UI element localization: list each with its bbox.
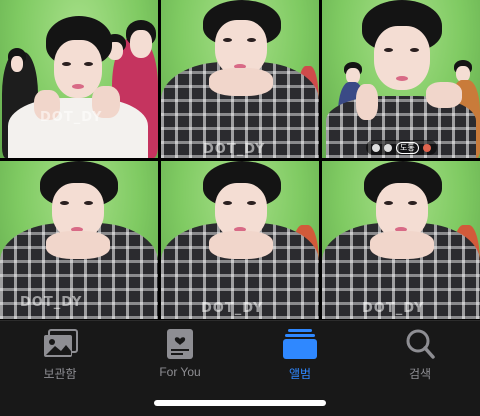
tab-search[interactable]: 검색 — [370, 327, 470, 387]
mic-icon — [372, 143, 380, 152]
photo-thumbnail[interactable]: 도통 — [322, 0, 480, 158]
search-icon — [400, 327, 440, 361]
tab-label: 검색 — [408, 367, 432, 381]
tab-albums[interactable]: 앨범 — [250, 327, 350, 387]
home-indicator[interactable] — [154, 400, 326, 406]
watermark: DOT_DY — [20, 295, 83, 310]
record-icon — [384, 143, 392, 152]
tab-label: 앨범 — [288, 367, 312, 381]
tab-label: 보관함 — [43, 367, 77, 381]
for-you-icon — [160, 327, 200, 361]
photo-thumbnail[interactable]: DOT_DY — [0, 0, 158, 158]
photo-thumbnail[interactable]: DOT_DY — [0, 161, 158, 319]
photo-grid: DOT_DY DOT_DY 도통 DOT_DY DOT_DY DOT_DY — [0, 0, 480, 320]
tab-library[interactable]: 보관함 — [10, 327, 110, 387]
badge: 도통 — [396, 141, 419, 154]
watermark: DOT_DY — [40, 110, 103, 125]
photo-library-icon — [40, 327, 80, 361]
tab-label: For You — [159, 365, 201, 379]
watermark: DOT_DY — [203, 142, 266, 157]
watermark: DOT_DY — [362, 301, 425, 316]
watermark: DOT_DY — [201, 301, 264, 316]
photo-thumbnail[interactable]: DOT_DY — [322, 161, 480, 319]
albums-icon — [280, 327, 320, 361]
live-overlay-bar: 도통 — [366, 140, 437, 155]
photo-thumbnail[interactable]: DOT_DY — [161, 0, 319, 158]
photo-thumbnail[interactable]: DOT_DY — [161, 161, 319, 319]
tab-for-you[interactable]: For You — [130, 327, 230, 387]
heart-icon — [422, 143, 431, 152]
